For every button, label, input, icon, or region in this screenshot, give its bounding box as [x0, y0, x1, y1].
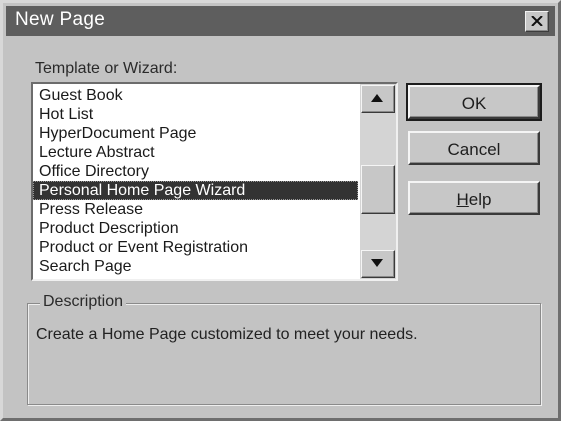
template-list-item[interactable]: Personal Home Page Wizard: [33, 181, 358, 200]
arrow-up-icon: [371, 94, 383, 102]
ok-button[interactable]: OK: [406, 83, 542, 121]
new-page-dialog: New Page Template or Wizard: Guest Book H…: [0, 0, 561, 421]
help-mnemonic: H: [456, 190, 469, 209]
template-listbox[interactable]: Guest Book Hot List HyperDocument Page Lect…: [31, 82, 398, 281]
listbox-scrollbar[interactable]: [360, 84, 396, 279]
template-list-item[interactable]: Hot List: [33, 105, 358, 124]
template-list-item[interactable]: Product or Event Registration: [33, 238, 358, 257]
help-button[interactable]: Help: [408, 181, 540, 215]
description-group-title: Description: [40, 293, 127, 311]
scroll-down-button[interactable]: [361, 250, 395, 278]
template-list-item[interactable]: HyperDocument Page: [33, 124, 358, 143]
template-list: Guest Book Hot List HyperDocument Page Lect…: [33, 86, 358, 276]
dialog-title: New Page: [15, 9, 106, 30]
close-x-icon: [531, 16, 543, 26]
title-bar[interactable]: New Page: [6, 6, 555, 36]
scroll-up-button[interactable]: [361, 85, 395, 113]
description-groupbox: Description Create a Home Page customize…: [27, 293, 541, 405]
template-label: Template or Wizard:: [35, 60, 178, 77]
help-label-rest: elp: [468, 190, 492, 209]
scroll-thumb[interactable]: [361, 165, 395, 214]
template-list-item[interactable]: Press Release: [33, 200, 358, 219]
template-list-item[interactable]: Product Description: [33, 219, 358, 238]
template-list-item[interactable]: Office Directory: [33, 162, 358, 181]
template-list-item[interactable]: Search Page: [33, 257, 358, 276]
template-list-item[interactable]: Guest Book: [33, 86, 358, 105]
close-button[interactable]: [525, 11, 549, 32]
description-text: Create a Home Page customized to meet yo…: [36, 326, 418, 343]
arrow-down-icon: [371, 259, 383, 267]
cancel-button[interactable]: Cancel: [408, 131, 540, 165]
template-list-item[interactable]: Lecture Abstract: [33, 143, 358, 162]
